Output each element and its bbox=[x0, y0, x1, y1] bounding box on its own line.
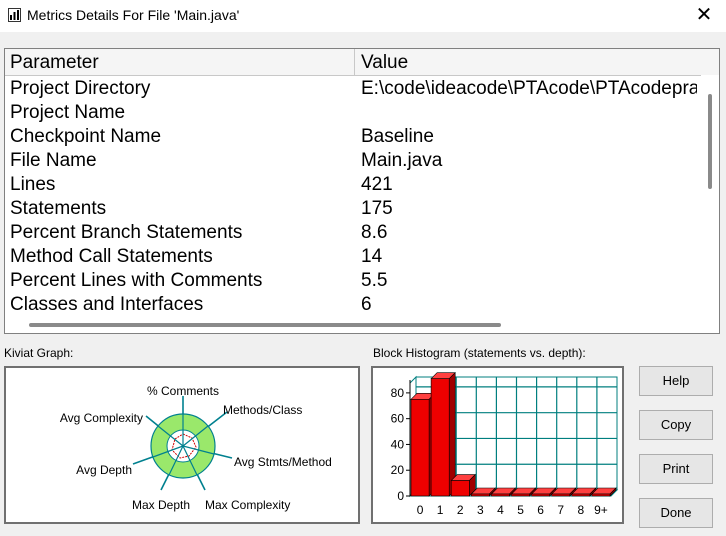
kiviat-graph-label: Kiviat Graph: bbox=[4, 346, 74, 360]
done-button[interactable]: Done bbox=[639, 498, 713, 528]
histogram-bar bbox=[591, 493, 611, 497]
table-row[interactable]: Classes and Interfaces 6 bbox=[5, 293, 701, 317]
parameter-cell: Lines bbox=[10, 174, 56, 195]
x-tick-label: 2 bbox=[457, 503, 464, 517]
table-row[interactable]: Statements 175 bbox=[5, 197, 701, 221]
horizontal-scrollbar[interactable] bbox=[5, 319, 719, 333]
parameter-cell: Project Directory bbox=[10, 78, 151, 99]
help-button[interactable]: Help bbox=[639, 366, 713, 396]
title-bar: Metrics Details For File 'Main.java' ✕ bbox=[0, 0, 726, 32]
parameter-cell: Method Call Statements bbox=[10, 246, 213, 267]
y-tick-label: 60 bbox=[391, 412, 405, 426]
axis-label-avg-complexity: Avg Complexity bbox=[60, 411, 143, 425]
value-cell: Main.java bbox=[361, 150, 443, 171]
table-row[interactable]: Checkpoint Name Baseline bbox=[5, 125, 701, 149]
table-row[interactable]: Lines 421 bbox=[5, 173, 701, 197]
table-header: Parameter Value bbox=[5, 49, 719, 76]
histogram-bar bbox=[430, 378, 450, 497]
parameter-cell: Percent Lines with Comments bbox=[10, 270, 263, 291]
axis-label-avg-stmts-method: Avg Stmts/Method bbox=[234, 455, 332, 469]
close-icon[interactable]: ✕ bbox=[690, 2, 718, 28]
parameter-cell: Classes and Interfaces bbox=[10, 294, 204, 315]
x-tick-label: 6 bbox=[537, 503, 544, 517]
y-tick-label: 20 bbox=[391, 463, 405, 477]
horizontal-scroll-thumb[interactable] bbox=[29, 323, 501, 327]
x-tick-label: 0 bbox=[417, 503, 424, 517]
histogram-bar bbox=[511, 493, 530, 497]
x-tick-label: 1 bbox=[437, 503, 444, 517]
value-cell: 5.5 bbox=[361, 270, 388, 291]
table-row[interactable]: Percent Branch Statements 8.6 bbox=[5, 221, 701, 245]
axis-label-comments: % Comments bbox=[147, 384, 219, 398]
kiviat-graph-panel: % Comments Methods/Class Avg Stmts/Metho… bbox=[4, 366, 360, 524]
table-body: Project Directory E:\code\ideacode\PTAcod… bbox=[5, 77, 701, 317]
x-tick-label: 7 bbox=[557, 503, 564, 517]
kiviat-graph: % Comments Methods/Class Avg Stmts/Metho… bbox=[60, 384, 332, 512]
axis-label-avg-depth: Avg Depth bbox=[76, 463, 132, 477]
value-cell: 175 bbox=[361, 198, 393, 219]
table-row[interactable]: File Name Main.java bbox=[5, 149, 701, 173]
parameter-cell: Project Name bbox=[10, 102, 126, 123]
histogram-panel: 80 60 40 20 0 0 1 2 3 4 5 6 7 8 9+ bbox=[371, 366, 624, 524]
axis-label-max-depth: Max Depth bbox=[132, 498, 190, 512]
block-histogram: 8060402000 1 2 3 4 5 6 7 8 9+ bbox=[391, 371, 619, 517]
window-title: Metrics Details For File 'Main.java' bbox=[27, 7, 240, 23]
value-cell: E:\code\ideacode\PTAcode\PTAcodepractice bbox=[361, 78, 697, 99]
x-tick-label: 9+ bbox=[594, 503, 608, 517]
histogram-bar bbox=[471, 493, 490, 497]
histogram-bar bbox=[531, 493, 551, 497]
x-tick-label: 5 bbox=[517, 503, 524, 517]
column-header-parameter[interactable]: Parameter bbox=[5, 49, 355, 75]
print-button[interactable]: Print bbox=[639, 454, 713, 484]
value-cell: 14 bbox=[361, 246, 383, 267]
app-icon bbox=[8, 8, 21, 22]
x-tick-label: 8 bbox=[578, 503, 585, 517]
histogram-bar bbox=[410, 399, 430, 497]
value-cell: 8.6 bbox=[361, 222, 388, 243]
parameter-cell: Checkpoint Name bbox=[10, 126, 162, 147]
value-cell: 6 bbox=[361, 294, 372, 315]
value-cell: Baseline bbox=[361, 126, 434, 147]
histogram-bar bbox=[450, 480, 470, 497]
parameter-cell: Percent Branch Statements bbox=[10, 222, 243, 243]
y-tick-label: 80 bbox=[391, 386, 405, 400]
histogram-bar bbox=[491, 493, 510, 497]
vertical-scroll-thumb[interactable] bbox=[708, 94, 712, 189]
parameter-cell: Statements bbox=[10, 198, 107, 219]
y-tick-label: 0 bbox=[397, 489, 404, 503]
histogram-bar bbox=[551, 493, 571, 497]
axis-label-max-complexity: Max Complexity bbox=[205, 498, 290, 512]
axis-label-methods-class: Methods/Class bbox=[223, 403, 302, 417]
column-header-value[interactable]: Value bbox=[356, 49, 701, 75]
table-row[interactable]: Project Name bbox=[5, 101, 701, 125]
table-row[interactable]: Percent Lines with Comments 5.5 bbox=[5, 269, 701, 293]
value-cell: 421 bbox=[361, 174, 393, 195]
histogram-bar bbox=[571, 493, 591, 497]
table-row[interactable]: Method Call Statements 14 bbox=[5, 245, 701, 269]
parameter-cell: File Name bbox=[10, 150, 97, 171]
vertical-scrollbar[interactable] bbox=[701, 75, 719, 320]
x-tick-label: 3 bbox=[477, 503, 484, 517]
table-row[interactable]: Project Directory E:\code\ideacode\PTAcod… bbox=[5, 77, 701, 101]
metrics-table: Parameter Value Project Directory E:\code… bbox=[4, 48, 720, 334]
copy-button[interactable]: Copy bbox=[639, 410, 713, 440]
y-tick-label: 40 bbox=[391, 437, 405, 451]
x-tick-label: 4 bbox=[497, 503, 504, 517]
histogram-label: Block Histogram (statements vs. depth): bbox=[373, 346, 586, 360]
